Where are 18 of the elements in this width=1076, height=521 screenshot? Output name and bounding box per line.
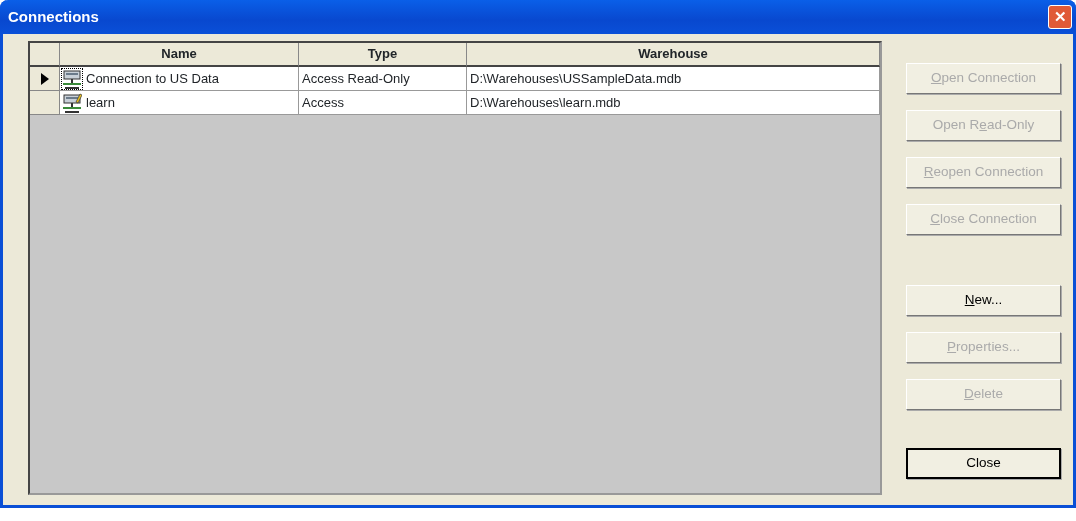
table-cell: D:\Warehouses\learn.mdb	[467, 91, 880, 115]
table-cell-text: learn	[86, 94, 115, 112]
column-header[interactable]: Warehouse	[467, 43, 880, 67]
dialog-button[interactable]: Close	[906, 448, 1061, 479]
row-selector[interactable]	[30, 67, 60, 91]
header-corner[interactable]	[30, 43, 60, 67]
close-button[interactable]: ✕	[1048, 5, 1072, 29]
dialog-button[interactable]: New...	[906, 285, 1061, 316]
table-cell: Access	[299, 91, 467, 115]
column-header[interactable]: Type	[299, 43, 467, 67]
table-cell: D:\Warehouses\USSampleData.mdb	[467, 67, 880, 91]
column-header[interactable]: Name	[60, 43, 299, 67]
table-cell: Access Read-Only	[299, 67, 467, 91]
window-title: Connections	[8, 6, 99, 27]
network-pencil-icon	[62, 92, 82, 113]
table-cell-text: Connection to US Data	[86, 70, 219, 88]
network-icon	[62, 68, 82, 89]
current-row-icon	[40, 72, 49, 85]
